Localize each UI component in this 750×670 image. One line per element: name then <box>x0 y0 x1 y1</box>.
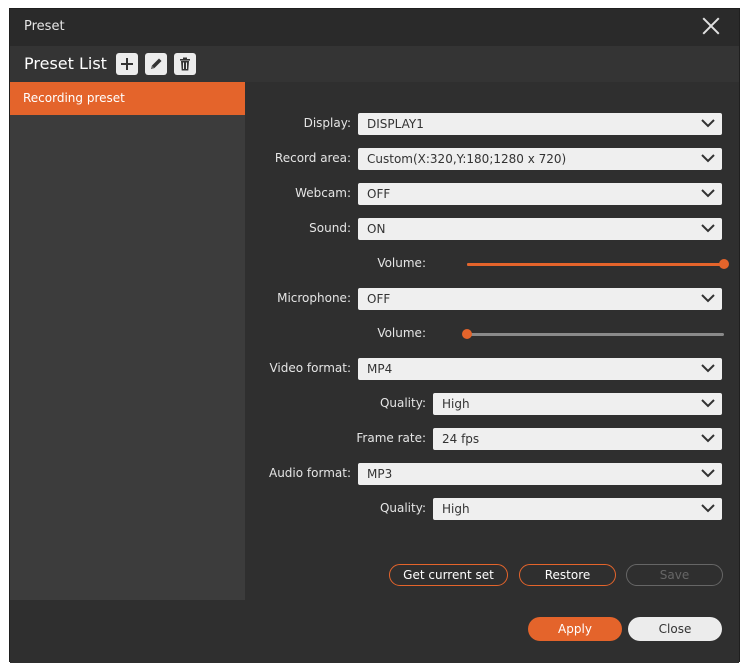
record-area-value: Custom(X:320,Y:180;1280 x 720) <box>367 152 567 166</box>
get-current-set-button[interactable]: Get current set <box>389 564 508 586</box>
pencil-icon <box>151 58 162 69</box>
plus-icon <box>121 58 133 70</box>
audio-quality-label: Quality: <box>379 501 426 515</box>
save-button[interactable]: Save <box>626 564 723 586</box>
audio-format-select[interactable]: MP3 <box>358 463 722 485</box>
preset-list-title: Preset List <box>24 54 107 73</box>
sound-select[interactable]: ON <box>358 218 722 240</box>
preset-item-recording[interactable]: Recording preset <box>10 82 245 115</box>
display-value: DISPLAY1 <box>367 117 424 131</box>
audio-format-label: Audio format: <box>268 466 351 480</box>
frame-rate-select[interactable]: 24 fps <box>433 428 722 450</box>
microphone-value: OFF <box>367 292 391 306</box>
sound-volume-slider[interactable] <box>467 258 729 272</box>
delete-preset-button[interactable] <box>174 53 196 75</box>
frame-rate-label: Frame rate: <box>356 431 426 445</box>
record-area-label: Record area: <box>274 151 351 165</box>
microphone-label: Microphone: <box>277 291 351 305</box>
chevron-down-icon <box>701 504 715 513</box>
video-quality-label: Quality: <box>379 396 426 410</box>
apply-button[interactable]: Apply <box>528 617 622 641</box>
audio-format-value: MP3 <box>367 467 393 481</box>
restore-button[interactable]: Restore <box>519 564 616 586</box>
preset-list-header: Preset List <box>10 46 739 82</box>
chevron-down-icon <box>701 119 715 128</box>
sound-label: Sound: <box>309 221 351 235</box>
display-label: Display: <box>303 116 351 130</box>
frame-rate-value: 24 fps <box>442 432 480 446</box>
edit-preset-button[interactable] <box>145 53 167 75</box>
close-button[interactable]: Close <box>628 617 722 641</box>
chevron-down-icon <box>701 294 715 303</box>
preset-sidebar: Recording preset <box>10 82 245 600</box>
microphone-select[interactable]: OFF <box>358 288 722 310</box>
sound-volume-label: Volume: <box>377 256 426 270</box>
display-select[interactable]: DISPLAY1 <box>358 113 722 135</box>
chevron-down-icon <box>701 154 715 163</box>
video-quality-value: High <box>442 397 470 411</box>
audio-quality-value: High <box>442 502 470 516</box>
chevron-down-icon <box>701 224 715 233</box>
title-bar: Preset <box>10 9 739 46</box>
mic-volume-label: Volume: <box>377 326 426 340</box>
close-icon[interactable] <box>701 15 721 35</box>
video-format-label: Video format: <box>269 361 351 375</box>
slider-track <box>467 333 724 336</box>
preset-settings-panel: Display: DISPLAY1 Record area: Custom(X:… <box>245 82 739 600</box>
dialog-footer: Apply Close <box>10 600 739 663</box>
slider-knob[interactable] <box>719 259 729 269</box>
add-preset-button[interactable] <box>116 53 138 75</box>
webcam-label: Webcam: <box>295 186 351 200</box>
sound-value: ON <box>367 222 386 236</box>
window-title: Preset <box>24 19 65 34</box>
chevron-down-icon <box>701 399 715 408</box>
slider-knob[interactable] <box>462 329 472 339</box>
trash-icon <box>180 57 190 71</box>
chevron-down-icon <box>701 189 715 198</box>
record-area-select[interactable]: Custom(X:320,Y:180;1280 x 720) <box>358 148 722 170</box>
webcam-value: OFF <box>367 187 391 201</box>
video-quality-select[interactable]: High <box>433 393 722 415</box>
slider-fill <box>467 263 724 266</box>
chevron-down-icon <box>701 364 715 373</box>
audio-quality-select[interactable]: High <box>433 498 722 520</box>
mic-volume-slider[interactable] <box>462 328 724 342</box>
chevron-down-icon <box>701 469 715 478</box>
chevron-down-icon <box>701 434 715 443</box>
video-format-select[interactable]: MP4 <box>358 358 722 380</box>
preset-dialog: Preset Preset List Recording preset Disp… <box>9 8 740 663</box>
video-format-value: MP4 <box>367 362 393 376</box>
webcam-select[interactable]: OFF <box>358 183 722 205</box>
